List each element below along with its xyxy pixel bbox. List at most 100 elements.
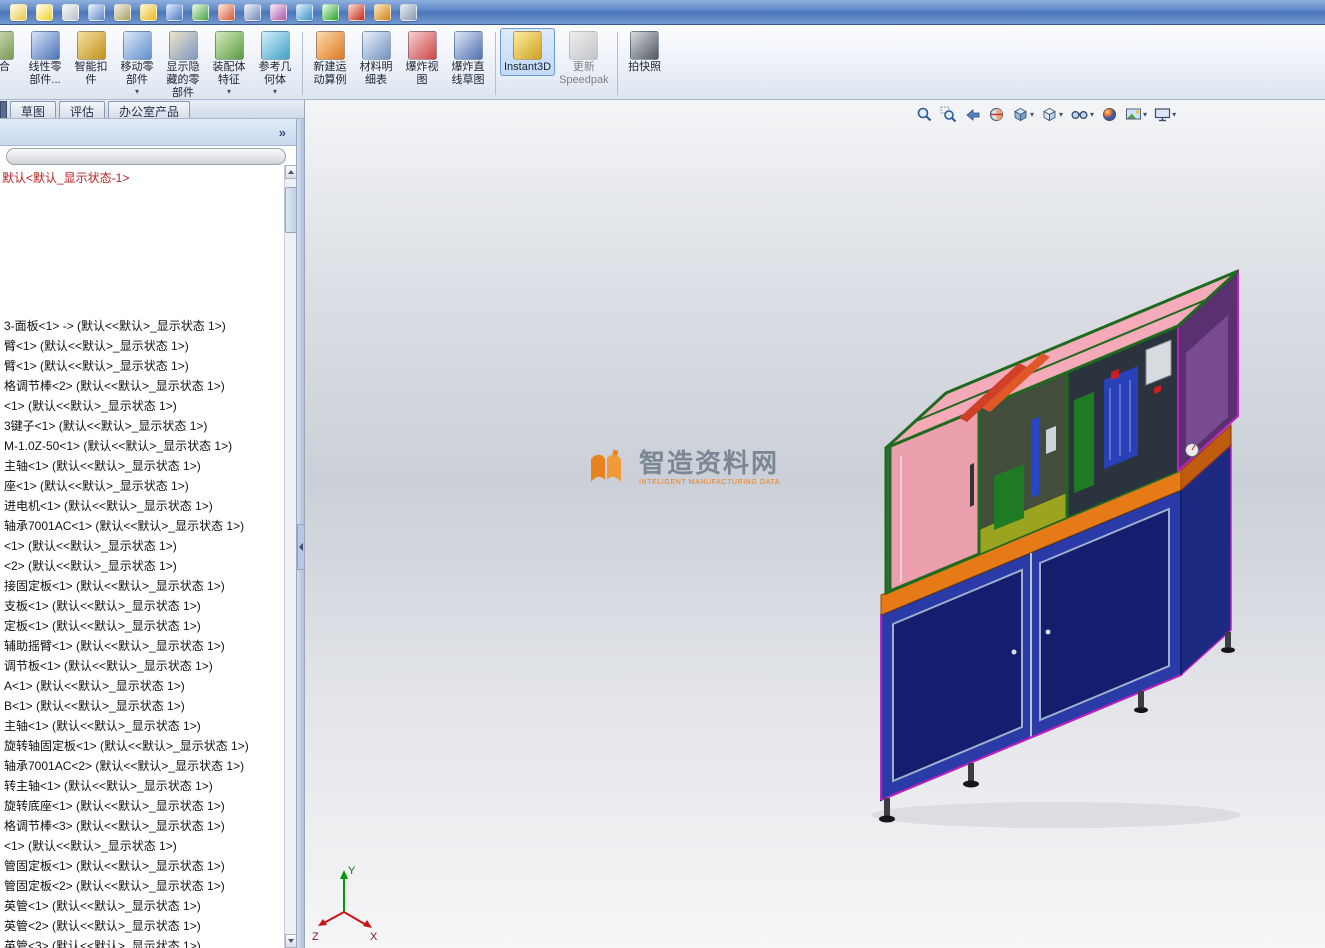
ribbon-separator (302, 32, 303, 95)
tree-item[interactable]: 支板<1> (默认<<默认>_显示状态 1>) (4, 596, 282, 616)
display-style-icon[interactable]: ▾ (1040, 105, 1064, 124)
previous-view-icon[interactable] (963, 105, 982, 124)
tree-item[interactable]: 座<1> (默认<<默认>_显示状态 1>) (4, 476, 282, 496)
tree-item[interactable]: 格调节棒<2> (默认<<默认>_显示状态 1>) (4, 376, 282, 396)
help-icon[interactable] (400, 3, 417, 21)
explode-line-sketch-button[interactable]: 爆炸直 线草图 (445, 28, 491, 89)
smart-fasteners-button[interactable]: 智能扣 件 (68, 28, 114, 89)
tab-evaluate[interactable]: 评估 (59, 101, 106, 119)
tree-item[interactable]: 轴承7001AC<2> (默认<<默认>_显示状态 1>) (4, 756, 282, 776)
instant3d-button[interactable]: Instant3D (500, 28, 556, 76)
show-hidden-components-button[interactable]: 显示隐 藏的零 部件 (160, 28, 206, 102)
configuration-label[interactable]: 默认<默认_显示状态-1> (2, 169, 129, 186)
update-speedpak-icon (569, 31, 599, 60)
tree-item[interactable]: 主轴<1> (默认<<默认>_显示状态 1>) (4, 716, 282, 736)
move-icon[interactable] (166, 3, 183, 21)
collapse-arrow-icon (299, 543, 303, 551)
check-icon[interactable] (322, 3, 339, 21)
zoom-area-icon[interactable] (939, 105, 958, 124)
move-component-button[interactable]: 移动零 部件 ▾ (114, 28, 160, 98)
panel-expand-icon[interactable]: » (279, 125, 286, 140)
tree-item[interactable]: 管固定板<2> (默认<<默认>_显示状态 1>) (4, 876, 282, 896)
tree-item[interactable]: A<1> (默认<<默认>_显示状态 1>) (4, 676, 282, 696)
tree-scrollbar[interactable] (284, 165, 297, 948)
apply-scene-icon[interactable]: ▾ (1124, 105, 1148, 124)
sigma-icon[interactable] (88, 3, 105, 21)
tree-item[interactable]: B<1> (默认<<默认>_显示状态 1>) (4, 696, 282, 716)
tree-item[interactable]: 定板<1> (默认<<默认>_显示状态 1>) (4, 616, 282, 636)
linear-pattern-button[interactable]: 线性零 部件... (22, 28, 68, 89)
ribbon-separator (616, 32, 618, 95)
reference-geometry-button[interactable]: 参考几 何体 ▾ (252, 28, 298, 98)
update-speedpak-button[interactable]: 更新 Speedpak (555, 28, 613, 89)
stop-icon[interactable] (348, 3, 365, 21)
rebuild-icon[interactable] (192, 3, 209, 21)
tree-item[interactable]: 3-面板<1> -> (默认<<默认>_显示状态 1>) (4, 316, 282, 336)
globe-icon[interactable] (296, 3, 313, 21)
tree-item[interactable]: 接固定板<1> (默认<<默认>_显示状态 1>) (4, 576, 282, 596)
tree-item[interactable]: 轴承7001AC<1> (默认<<默认>_显示状态 1>) (4, 516, 282, 536)
edit-appearance-icon[interactable] (1100, 105, 1119, 124)
table-icon[interactable] (244, 3, 261, 21)
mass-properties-icon[interactable] (140, 3, 157, 21)
tree-item[interactable]: <1> (默认<<默认>_显示状态 1>) (4, 536, 282, 556)
tree-item[interactable]: 3键子<1> (默认<<默认>_显示状态 1>) (4, 416, 282, 436)
tree-item[interactable]: 主轴<1> (默认<<默认>_显示状态 1>) (4, 456, 282, 476)
snapshot-icon[interactable] (374, 3, 391, 21)
tree-item[interactable]: 管固定板<1> (默认<<默认>_显示状态 1>) (4, 856, 282, 876)
edit-color-icon[interactable] (218, 3, 235, 21)
hide-show-items-icon[interactable]: ▾ (1069, 105, 1095, 124)
tree-item[interactable]: 旋转轴固定板<1> (默认<<默认>_显示状态 1>) (4, 736, 282, 756)
tree-item[interactable]: 转主轴<1> (默认<<默认>_显示状态 1>) (4, 776, 282, 796)
file-icon[interactable] (10, 3, 27, 21)
tree-item[interactable]: 格调节棒<3> (默认<<默认>_显示状态 1>) (4, 816, 282, 836)
tree-item[interactable]: 英管<1> (默认<<默认>_显示状态 1>) (4, 896, 282, 916)
feature-tree: 3-面板<1> -> (默认<<默认>_显示状态 1>) 臂<1> (默认<<默… (4, 316, 282, 948)
new-motion-study-icon (315, 31, 345, 60)
tree-item[interactable]: <2> (默认<<默认>_显示状态 1>) (4, 556, 282, 576)
assembly-features-button[interactable]: 装配体 特征 ▾ (206, 28, 252, 98)
reference-triad: Y X Z (312, 865, 378, 943)
tree-item[interactable]: 调节板<1> (默认<<默认>_显示状态 1>) (4, 656, 282, 676)
tree-item[interactable]: 英管<2> (默认<<默认>_显示状态 1>) (4, 916, 282, 936)
take-snapshot-button[interactable]: 拍快照 (622, 28, 668, 76)
ribbon-toolbar: 配合 线性零 部件... 智能扣 件 移动零 部件 ▾ 显示隐 藏的零 部件 装… (0, 25, 1325, 100)
bill-of-materials-button[interactable]: 材料明 细表 (353, 28, 399, 89)
tree-item[interactable]: 进电机<1> (默认<<默认>_显示状态 1>) (4, 496, 282, 516)
panel-splitter[interactable] (296, 119, 305, 948)
show-hidden-components-icon (168, 31, 198, 60)
tree-item[interactable]: <1> (默认<<默认>_显示状态 1>) (4, 396, 282, 416)
chevron-down-icon: ▾ (1090, 109, 1095, 119)
button-label: 爆炸视 图 (405, 61, 439, 86)
checkbox-icon[interactable] (62, 3, 79, 21)
view-settings-icon[interactable]: ▾ (1153, 105, 1177, 124)
move-component-icon (122, 31, 152, 60)
favorites-icon[interactable] (36, 3, 53, 21)
button-label: 装配体 特征 (212, 61, 246, 86)
tree-item[interactable]: 旋转底座<1> (默认<<默认>_显示状态 1>) (4, 796, 282, 816)
tree-item[interactable]: <1> (默认<<默认>_显示状态 1>) (4, 836, 282, 856)
tree-item[interactable]: 英管<3> (默认<<默认>_显示状态 1>) (4, 936, 282, 948)
zoom-fit-icon[interactable] (915, 105, 934, 124)
panel-header: » (0, 119, 296, 146)
view-orientation-icon[interactable]: ▾ (1011, 105, 1035, 124)
tree-item[interactable]: 臂<1> (默认<<默认>_显示状态 1>) (4, 336, 282, 356)
tree-item[interactable]: 臂<1> (默认<<默认>_显示状态 1>) (4, 356, 282, 376)
model-3d-view[interactable] (856, 260, 1256, 840)
exploded-view-button[interactable]: 爆炸视 图 (399, 28, 445, 89)
section-view-icon[interactable] (987, 105, 1006, 124)
tab-sketch[interactable]: 草图 (10, 101, 57, 119)
mate-button[interactable]: 配合 (0, 28, 22, 76)
quick-access-toolbar (0, 0, 1325, 25)
button-label: 拍快照 (628, 61, 662, 73)
new-motion-study-button[interactable]: 新建运 动算例 (307, 28, 353, 89)
tab-partial[interactable] (0, 101, 7, 118)
panel-header-capsule[interactable] (6, 148, 286, 165)
tab-office-products[interactable]: 办公室产品 (108, 101, 191, 119)
chevron-down-icon: ▾ (226, 86, 231, 96)
button-label: 材料明 细表 (359, 61, 393, 86)
tree-item[interactable]: 辅助摇臂<1> (默认<<默认>_显示状态 1>) (4, 636, 282, 656)
tree-item[interactable]: M-1.0Z-50<1> (默认<<默认>_显示状态 1>) (4, 436, 282, 456)
appearance-icon[interactable] (270, 3, 287, 21)
measure-icon[interactable] (114, 3, 131, 21)
